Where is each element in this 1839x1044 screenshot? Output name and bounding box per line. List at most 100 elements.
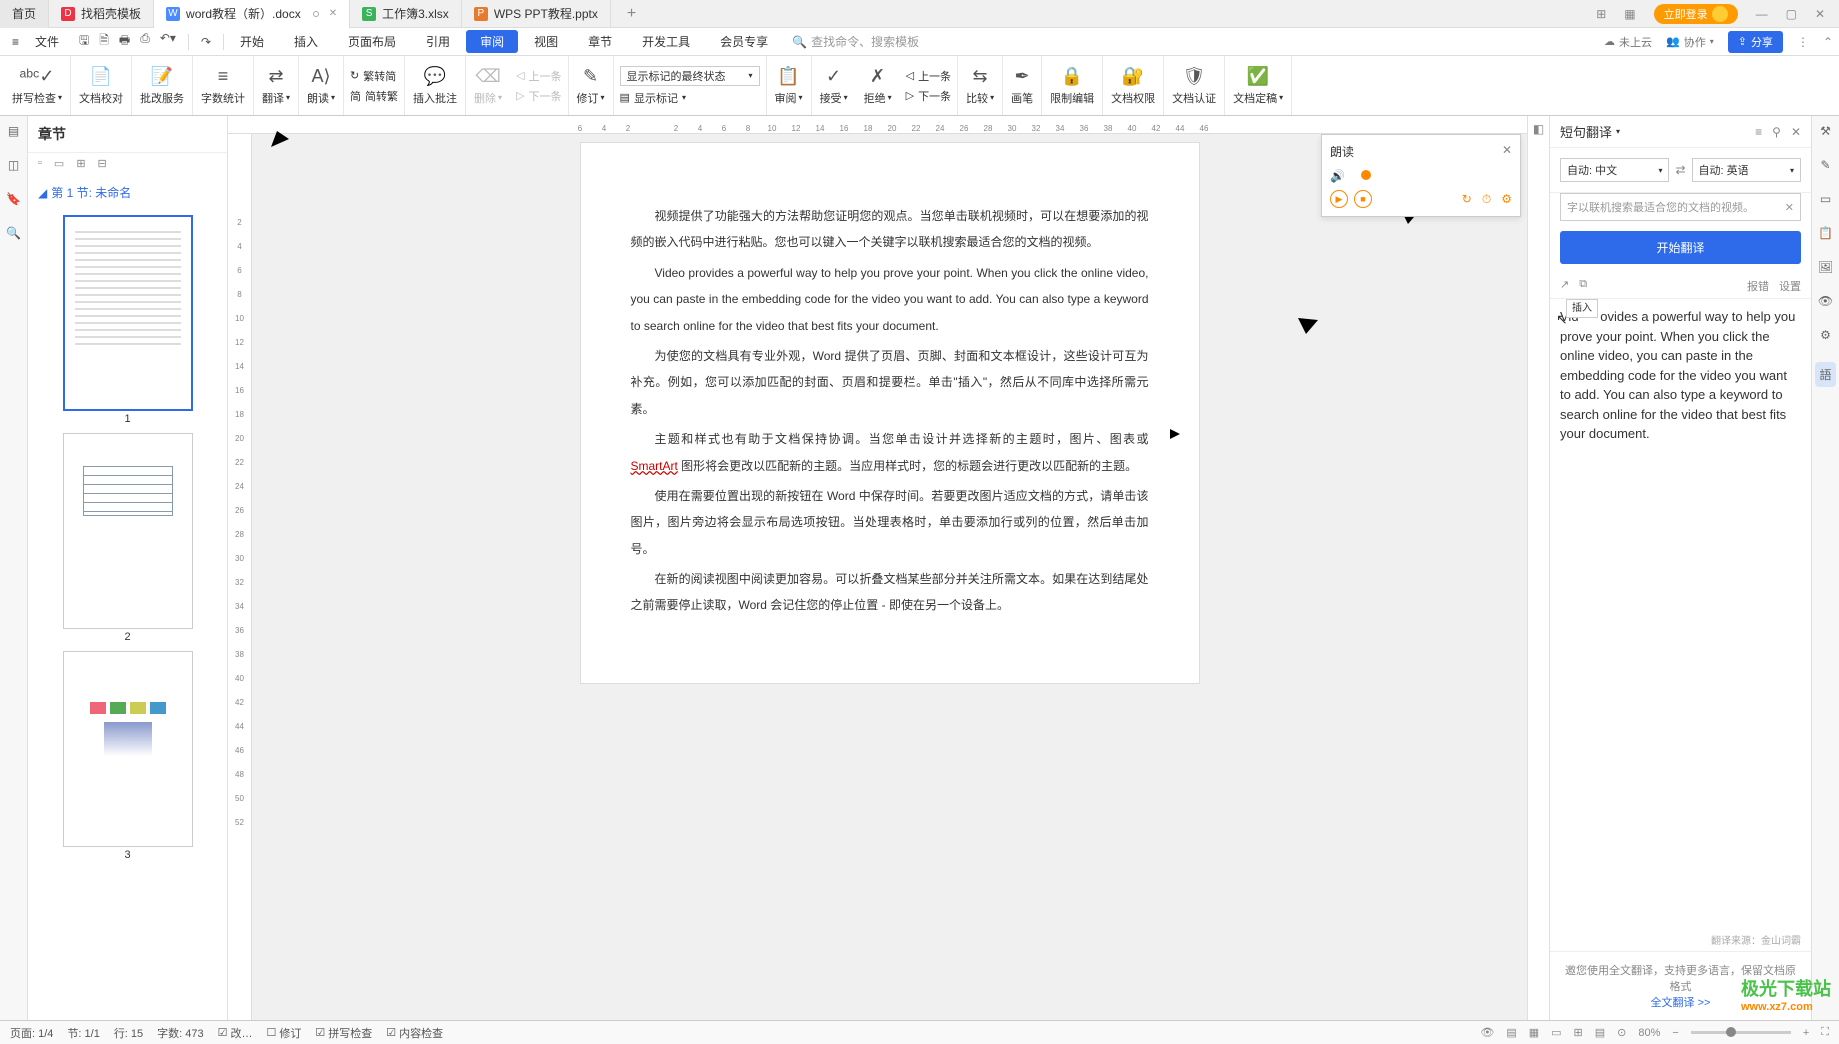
clear-icon[interactable]: ✕ (1785, 201, 1794, 214)
close-icon[interactable]: ✕ (329, 8, 337, 19)
rib-prev-comment[interactable]: ◁ 上一条 (516, 68, 561, 84)
rr-translate-icon[interactable]: 語 (1815, 362, 1835, 387)
zoom-reset-icon[interactable]: ⊙ (1617, 1026, 1626, 1039)
menu-view[interactable]: 视图 (520, 30, 572, 53)
rib-perm[interactable]: 🔐文档权限 (1103, 56, 1164, 115)
menu-start[interactable]: 开始 (226, 30, 278, 53)
rr-select-icon[interactable]: ▭ (1820, 192, 1831, 206)
status-words[interactable]: 字数: 473 (157, 1025, 203, 1041)
tab-templates[interactable]: D找稻壳模板 (49, 0, 154, 28)
workspace-icon[interactable]: ⊞ (1596, 7, 1606, 21)
add-tab-button[interactable]: + (611, 5, 652, 23)
grid-icon[interactable]: ▦ (1624, 7, 1635, 21)
read-speed-icon[interactable]: ⏱ (1482, 192, 1491, 207)
rib-reject[interactable]: ✗拒绝▾ (856, 56, 900, 115)
rr-gallery-icon[interactable]: 🖼 (1818, 260, 1833, 274)
status-content[interactable]: ☑ 内容检查 (386, 1025, 443, 1041)
status-page[interactable]: 页面: 1/4 (10, 1025, 53, 1041)
rib-accept[interactable]: ✓接受▾ (812, 56, 856, 115)
rib-wordcount[interactable]: ≡字数统计 (193, 56, 254, 115)
rib-show-markup[interactable]: ▤ 显示标记▾ (620, 90, 760, 106)
ruler-horizontal[interactable]: 6422468101214161820222426283032343638404… (228, 116, 1527, 134)
rib-auth[interactable]: 🛡文档认证 (1164, 56, 1225, 115)
rib-restrict[interactable]: 🔒限制编辑 (1042, 56, 1103, 115)
trans-list-icon[interactable]: ≡ (1755, 125, 1762, 139)
ruler-vertical[interactable]: 2468101214161820222426283032343638404244… (228, 134, 252, 1020)
view-icon-1[interactable]: 👁 (1480, 1026, 1494, 1039)
file-menu[interactable]: 文件 (27, 31, 67, 52)
read-close-icon[interactable]: ✕ (1502, 143, 1512, 160)
lang-to[interactable]: 自动: 英语▾ (1692, 158, 1801, 182)
menu-vip[interactable]: 会员专享 (706, 30, 782, 53)
minimize-button[interactable]: ― (1756, 7, 1768, 21)
menu-insert[interactable]: 插入 (280, 30, 332, 53)
status-insert[interactable]: ☑ 改… (218, 1025, 253, 1041)
cloud-status[interactable]: ☁未上云 (1604, 34, 1652, 50)
save-icon[interactable]: 🖫 (79, 31, 89, 52)
rib-finalize[interactable]: ✅文档定稿▾ (1225, 56, 1292, 115)
tab-word-doc[interactable]: Wword教程（新）.docx✕ (154, 0, 350, 28)
zoom-out[interactable]: − (1672, 1027, 1678, 1039)
trans-close-icon[interactable]: ✕ (1791, 125, 1801, 139)
search-side-icon[interactable]: 🔍 (6, 226, 21, 240)
combo-markup-state[interactable]: 显示标记的最终状态▾ (620, 66, 760, 86)
search-box[interactable]: 🔍查找命令、搜索模板 (792, 33, 919, 50)
ch-tool-3[interactable]: ⊞ (76, 157, 85, 170)
close-button[interactable]: ✕ (1815, 7, 1825, 21)
thumb-3[interactable] (63, 651, 193, 847)
rib-trad2simp[interactable]: ↻繁转简 (350, 68, 398, 84)
hamburger-icon[interactable]: ≡ (6, 35, 25, 49)
rr-toolbox-icon[interactable]: ⚒ (1820, 124, 1831, 138)
shapes-icon[interactable]: ◫ (8, 158, 19, 172)
swap-icon[interactable]: ⇄ (1675, 163, 1685, 177)
menu-chapter[interactable]: 章节 (574, 30, 626, 53)
print-icon[interactable]: 🖶 (119, 31, 130, 52)
tab-home[interactable]: 首页 (0, 0, 49, 28)
view-icon-5[interactable]: ⊞ (1574, 1026, 1583, 1039)
undo-icon[interactable]: ↶▾ (160, 31, 176, 52)
rib-docproof[interactable]: 📄文档校对 (71, 56, 132, 115)
stop-button[interactable]: ■ (1354, 190, 1372, 208)
rib-comment[interactable]: 💬插入批注 (405, 56, 466, 115)
rib-delete[interactable]: ⌫删除▾ (466, 56, 510, 115)
ch-tool-1[interactable]: ▫ (38, 157, 42, 170)
read-loop-icon[interactable]: ↻ (1462, 192, 1472, 207)
status-section[interactable]: 节: 1/1 (67, 1025, 99, 1041)
expand-icon[interactable]: ⌃ (1823, 35, 1833, 49)
rib-prev-change[interactable]: ◁ 上一条 (906, 68, 951, 84)
full-translate-link[interactable]: 全文翻译 >> (1651, 997, 1711, 1009)
trans-title[interactable]: 短句翻译▾ (1560, 122, 1620, 141)
fullscreen-icon[interactable]: ⛶ (1821, 1026, 1829, 1039)
view-icon-3[interactable]: ▦ (1529, 1026, 1539, 1039)
trans-settings[interactable]: 设置 (1779, 278, 1801, 294)
rib-read[interactable]: A⟩朗读▾ (299, 56, 344, 115)
status-revise[interactable]: ☐ 修订 (267, 1025, 302, 1041)
trans-export-icon[interactable]: ↗ (1560, 278, 1569, 294)
play-button[interactable]: ▶ (1330, 190, 1348, 208)
preview-icon[interactable]: ⎙ (140, 31, 150, 52)
trans-source-input[interactable]: 字以联机搜索最适合您的文档的视频。✕ (1560, 193, 1801, 221)
rib-simp2trad[interactable]: 简简转繁 (350, 88, 398, 104)
trans-copy-icon[interactable]: ⧉ (1579, 278, 1587, 294)
trans-report[interactable]: 报错 (1747, 278, 1769, 294)
rr-edit-icon[interactable]: ✎ (1820, 158, 1830, 172)
rib-next-change[interactable]: ▷ 下一条 (906, 88, 951, 104)
ch-tool-4[interactable]: ⊟ (98, 157, 107, 170)
rib-next-comment[interactable]: ▷ 下一条 (516, 88, 561, 104)
outline-icon[interactable]: ▤ (8, 124, 19, 138)
zoom-slider[interactable] (1691, 1031, 1791, 1034)
tab-ppt[interactable]: PWPS PPT教程.pptx (462, 0, 611, 28)
rib-compare[interactable]: ⇆比较▾ (958, 56, 1003, 115)
view-icon-2[interactable]: ▤ (1506, 1026, 1516, 1039)
rib-spellcheck[interactable]: ᵃᵇᶜ✓拼写检查▾ (4, 56, 71, 115)
trans-collapse-icon[interactable]: ◧ (1533, 122, 1544, 136)
rib-revise[interactable]: ✎修订▾ (569, 56, 614, 115)
lang-from[interactable]: 自动: 中文▾ (1560, 158, 1669, 182)
menu-reference[interactable]: 引用 (412, 30, 464, 53)
rib-review[interactable]: 📋审阅▾ (767, 56, 812, 115)
login-button[interactable]: 立即登录 (1654, 4, 1738, 24)
bookmark-icon[interactable]: 🔖 (6, 192, 21, 206)
tab-xlsx[interactable]: S工作簿3.xlsx (350, 0, 462, 28)
thumb-1[interactable] (63, 215, 193, 411)
document-page[interactable]: 视频提供了功能强大的方法帮助您证明您的观点。当您单击联机视频时，可以在想要添加的… (580, 142, 1200, 684)
